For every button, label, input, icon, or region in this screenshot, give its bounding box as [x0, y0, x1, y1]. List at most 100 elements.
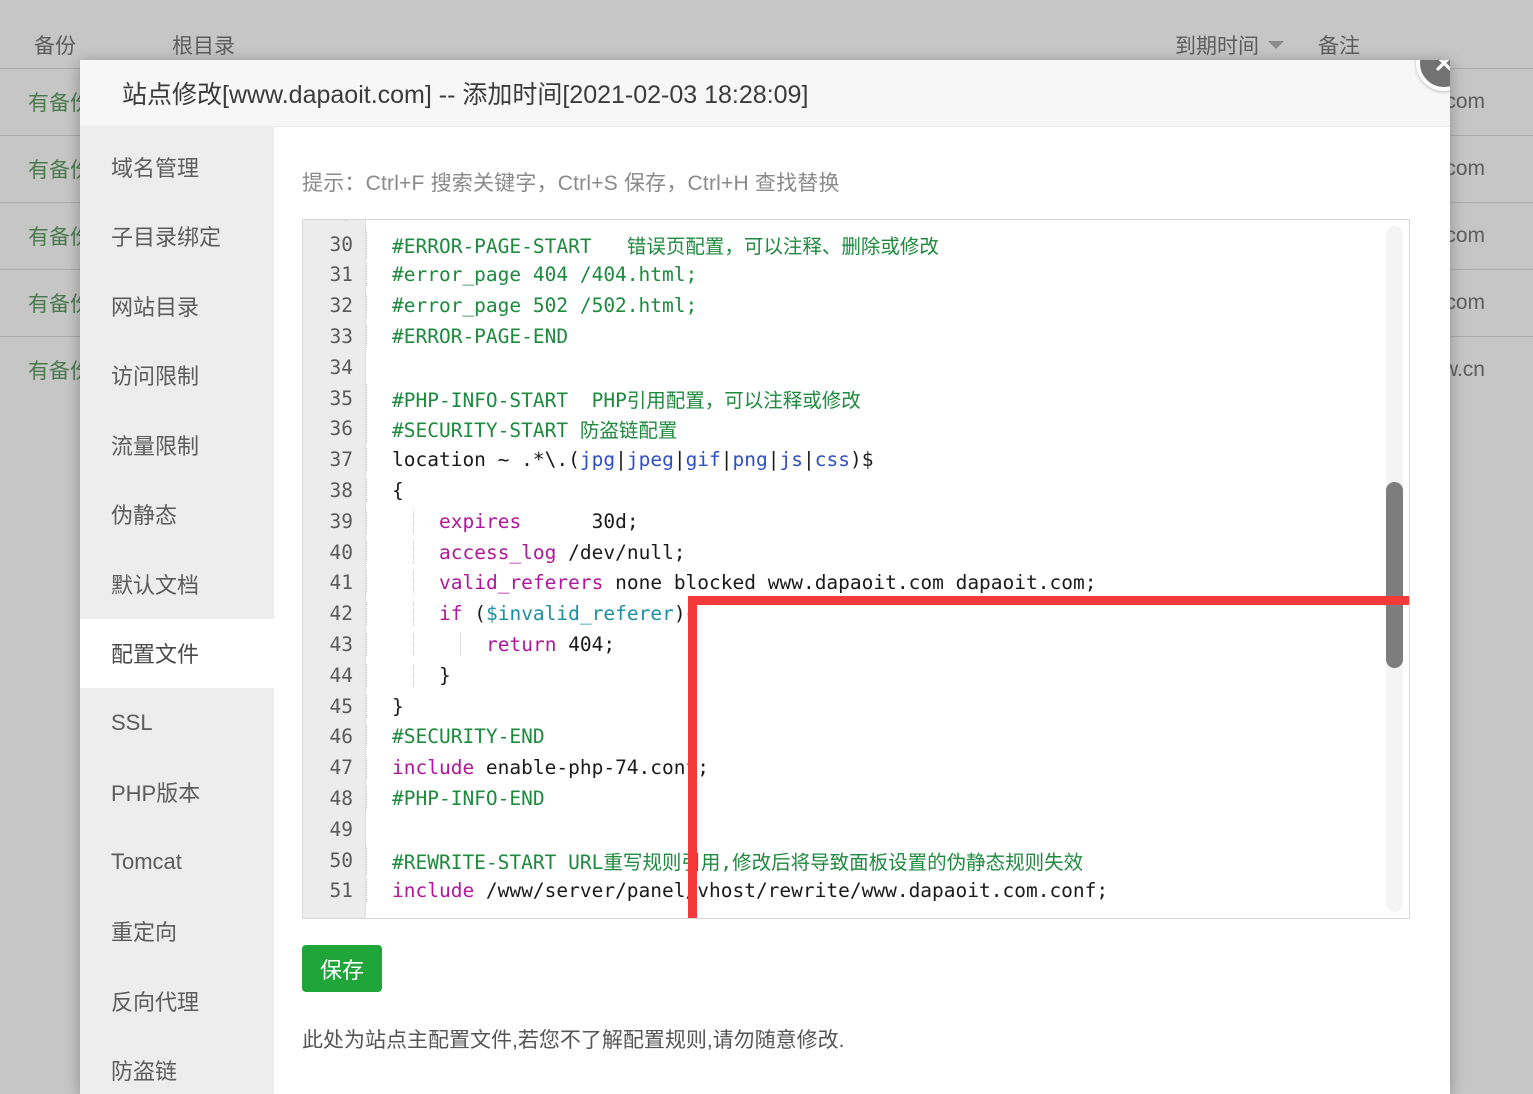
indent-guide	[366, 633, 367, 657]
line-number: 44	[329, 663, 353, 687]
code-token: return	[486, 633, 557, 657]
code-line[interactable]: 47 include enable-php-74.conf;	[303, 752, 1409, 783]
code-token: }	[439, 663, 451, 687]
indent-guide	[366, 540, 367, 564]
editor-scrollbar[interactable]	[1386, 226, 1403, 912]
modal-content: 提示：Ctrl+F 搜索关键字，Ctrl+S 保存，Ctrl+H 查找替换 29…	[274, 127, 1450, 1094]
code-viewport[interactable]: 2930#ERROR-PAGE-START 错误页配置，可以注释、删除或修改31…	[303, 220, 1409, 918]
sidebar-item-label: Tomcat	[111, 848, 182, 874]
code-token: .*\.(	[521, 448, 580, 472]
code-token: 404;	[556, 633, 616, 657]
code-line[interactable]: 41 valid_referers none blocked www.dapaoi…	[303, 568, 1409, 599]
code-token: valid_referers	[439, 571, 604, 595]
code-token: jpg	[579, 448, 616, 472]
code-token: #SECURITY-END	[392, 725, 545, 749]
line-number: 45	[329, 694, 353, 718]
code-line[interactable]: 36 #SECURITY-START 防盗链配置	[303, 414, 1409, 445]
code-line[interactable]: 40 access_log /dev/null;	[303, 537, 1409, 568]
save-button[interactable]: 保存	[302, 945, 382, 992]
code-token: none blocked www.dapaoit.com dapaoit.com…	[603, 571, 1097, 595]
code-line[interactable]: 42 if ($invalid_referer){	[303, 598, 1409, 629]
code-token: )$	[850, 448, 874, 472]
sidebar-item-7[interactable]: 配置文件	[80, 618, 274, 688]
indent-guide	[366, 694, 367, 718]
code-line[interactable]: 50 #REWRITE-START URL重写规则引用,修改后将导致面板设置的伪静…	[303, 845, 1409, 876]
sidebar-item-12[interactable]: 反向代理	[80, 966, 274, 1036]
line-number: 35	[329, 386, 353, 410]
editor-footnote: 此处为站点主配置文件,若您不了解配置规则,请勿随意修改.	[302, 1029, 845, 1052]
code-line[interactable]: 38 {	[303, 475, 1409, 506]
code-token: /www/server/panel/vhost/rewrite/www.dapa…	[474, 879, 1109, 903]
code-token: 重写规则引用,修改后将导致面板设置的伪静态规则失效	[603, 850, 1084, 874]
code-token: PHP引用配置，可以注释或修改	[568, 388, 861, 412]
sidebar-item-10[interactable]: Tomcat	[80, 827, 274, 897]
sidebar-item-5[interactable]: 伪静态	[80, 480, 274, 550]
code-line-text: #REWRITE-START URL重写规则引用,修改后将导致面板设置的伪静态规…	[366, 845, 1084, 875]
sidebar-item-1[interactable]: 子目录绑定	[80, 202, 274, 272]
code-line-text: return 404;	[366, 633, 616, 657]
code-line[interactable]: 31 #error_page 404 /404.html;	[303, 260, 1409, 291]
indent-guide	[366, 725, 367, 749]
sidebar-item-11[interactable]: 重定向	[80, 897, 274, 967]
sidebar-item-8[interactable]: SSL	[80, 688, 274, 758]
line-number: 36	[329, 417, 353, 441]
sidebar-item-label: PHP版本	[111, 781, 201, 807]
sidebar-item-6[interactable]: 默认文档	[80, 549, 274, 619]
code-line[interactable]: 32 #error_page 502 /502.html;	[303, 290, 1409, 321]
code-line[interactable]: 34	[303, 352, 1409, 383]
line-number: 30	[329, 232, 353, 256]
code-line[interactable]: 46 #SECURITY-END	[303, 722, 1409, 753]
code-token: ){	[673, 602, 698, 626]
code-token: if	[439, 602, 463, 626]
sidebar-item-13[interactable]: 防盗链	[80, 1036, 274, 1094]
editor-scrollbar-thumb[interactable]	[1386, 482, 1403, 668]
indent-guide	[366, 479, 367, 503]
sidebar-item-3[interactable]: 访问限制	[80, 341, 274, 411]
shortcut-hint: 提示：Ctrl+F 搜索关键字，Ctrl+S 保存，Ctrl+H 查找替换	[302, 172, 840, 195]
code-token: js	[779, 448, 804, 472]
code-token: enable-php-74.conf;	[474, 756, 709, 780]
sidebar-item-9[interactable]: PHP版本	[80, 758, 274, 828]
sidebar-item-4[interactable]: 流量限制	[80, 410, 274, 480]
indent-guide	[366, 602, 367, 626]
code-line[interactable]: 45}	[303, 691, 1409, 722]
code-token: jpeg	[626, 448, 674, 472]
indent-guide	[366, 509, 367, 533]
line-number: 42	[329, 602, 353, 626]
code-token: #ERROR-PAGE-END	[392, 325, 569, 349]
sidebar-item-label: SSL	[111, 709, 153, 735]
modal-title: 站点修改[www.dapaoit.com] -- 添加时间[2021-02-03…	[122, 81, 809, 109]
modal-header: 站点修改[www.dapaoit.com] -- 添加时间[2021-02-03…	[80, 60, 1450, 127]
config-file-editor[interactable]: 2930#ERROR-PAGE-START 错误页配置，可以注释、删除或修改31…	[302, 219, 1410, 919]
sidebar-item-2[interactable]: 网站目录	[80, 271, 274, 341]
indent-guide	[366, 879, 367, 903]
line-number: 34	[329, 355, 353, 379]
code-line[interactable]: 35 #PHP-INFO-START PHP引用配置，可以注释或修改	[303, 383, 1409, 414]
indent-guide	[366, 229, 367, 259]
code-line[interactable]: 29	[303, 220, 1409, 229]
code-token: }	[392, 694, 404, 718]
sidebar-item-0[interactable]: 域名管理	[80, 132, 274, 202]
code-line[interactable]: 39 expires 30d;	[303, 506, 1409, 537]
modal-sidebar: 域名管理 子目录绑定 网站目录 访问限制 流量限制 伪静态 默认文档 配置文件 SSL PHP版本…	[80, 127, 274, 1094]
code-token: |	[803, 448, 815, 472]
code-line[interactable]: 49	[303, 814, 1409, 845]
line-number: 43	[329, 633, 353, 657]
code-token: #REWRITE-START URL	[392, 850, 604, 874]
code-token: |	[615, 448, 627, 472]
code-line[interactable]: 51 include /www/server/panel/vhost/rewrit…	[303, 876, 1409, 907]
indent-guide	[460, 633, 461, 657]
code-token: /dev/null;	[556, 540, 686, 564]
code-token: access_log	[439, 540, 557, 564]
code-line[interactable]: 43 return 404;	[303, 629, 1409, 660]
code-line[interactable]: 37 location ~ .*\.(jpg|jpeg|gif|png|js|cs…	[303, 444, 1409, 475]
line-number: 33	[329, 325, 353, 349]
code-token: ~	[485, 448, 522, 472]
code-line-text: valid_referers none blocked www.dapaoit.…	[366, 571, 1097, 595]
code-line[interactable]: 48 #PHP-INFO-END	[303, 783, 1409, 814]
code-line[interactable]: 30 #ERROR-PAGE-START 错误页配置，可以注释、删除或修改	[303, 229, 1409, 260]
code-line[interactable]: 44}	[303, 660, 1409, 691]
indent-guide	[366, 383, 367, 413]
code-line[interactable]: 33 #ERROR-PAGE-END	[303, 321, 1409, 352]
code-token: css	[814, 448, 850, 472]
